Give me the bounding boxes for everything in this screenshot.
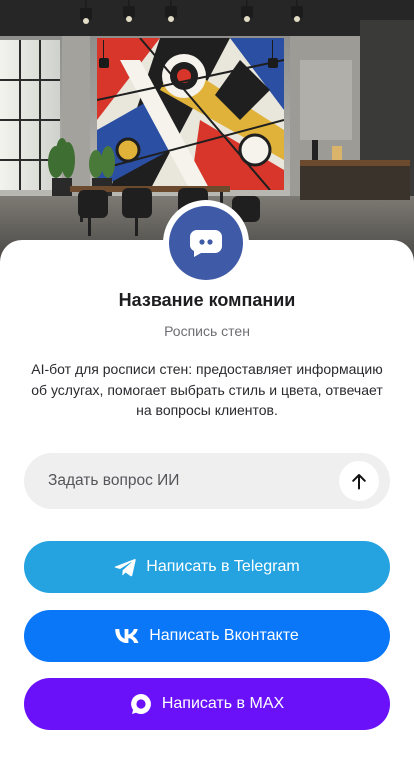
description-text: AI-бот для росписи стен: предоставляет и… [31, 361, 383, 418]
telegram-button-label: Написать в Telegram [146, 558, 300, 575]
vk-button-label: Написать Вконтакте [149, 627, 299, 644]
max-button[interactable]: Написать в MAX [24, 678, 390, 730]
telegram-icon [114, 558, 136, 577]
telegram-button[interactable]: Написать в Telegram [24, 541, 390, 593]
vk-icon [115, 629, 139, 643]
max-button-label: Написать в MAX [161, 695, 285, 712]
chat-bubble-icon [169, 206, 243, 280]
vk-button[interactable]: Написать Вконтакте [24, 610, 390, 662]
page-subtitle: Роспись стен [164, 323, 250, 339]
send-button[interactable] [339, 461, 379, 501]
max-icon [130, 693, 152, 715]
avatar [163, 200, 249, 286]
ask-ai-input[interactable] [48, 453, 338, 509]
arrow-up-icon [352, 473, 366, 489]
page-title: Название компании [118, 290, 296, 310]
ask-ai-box [24, 453, 390, 509]
